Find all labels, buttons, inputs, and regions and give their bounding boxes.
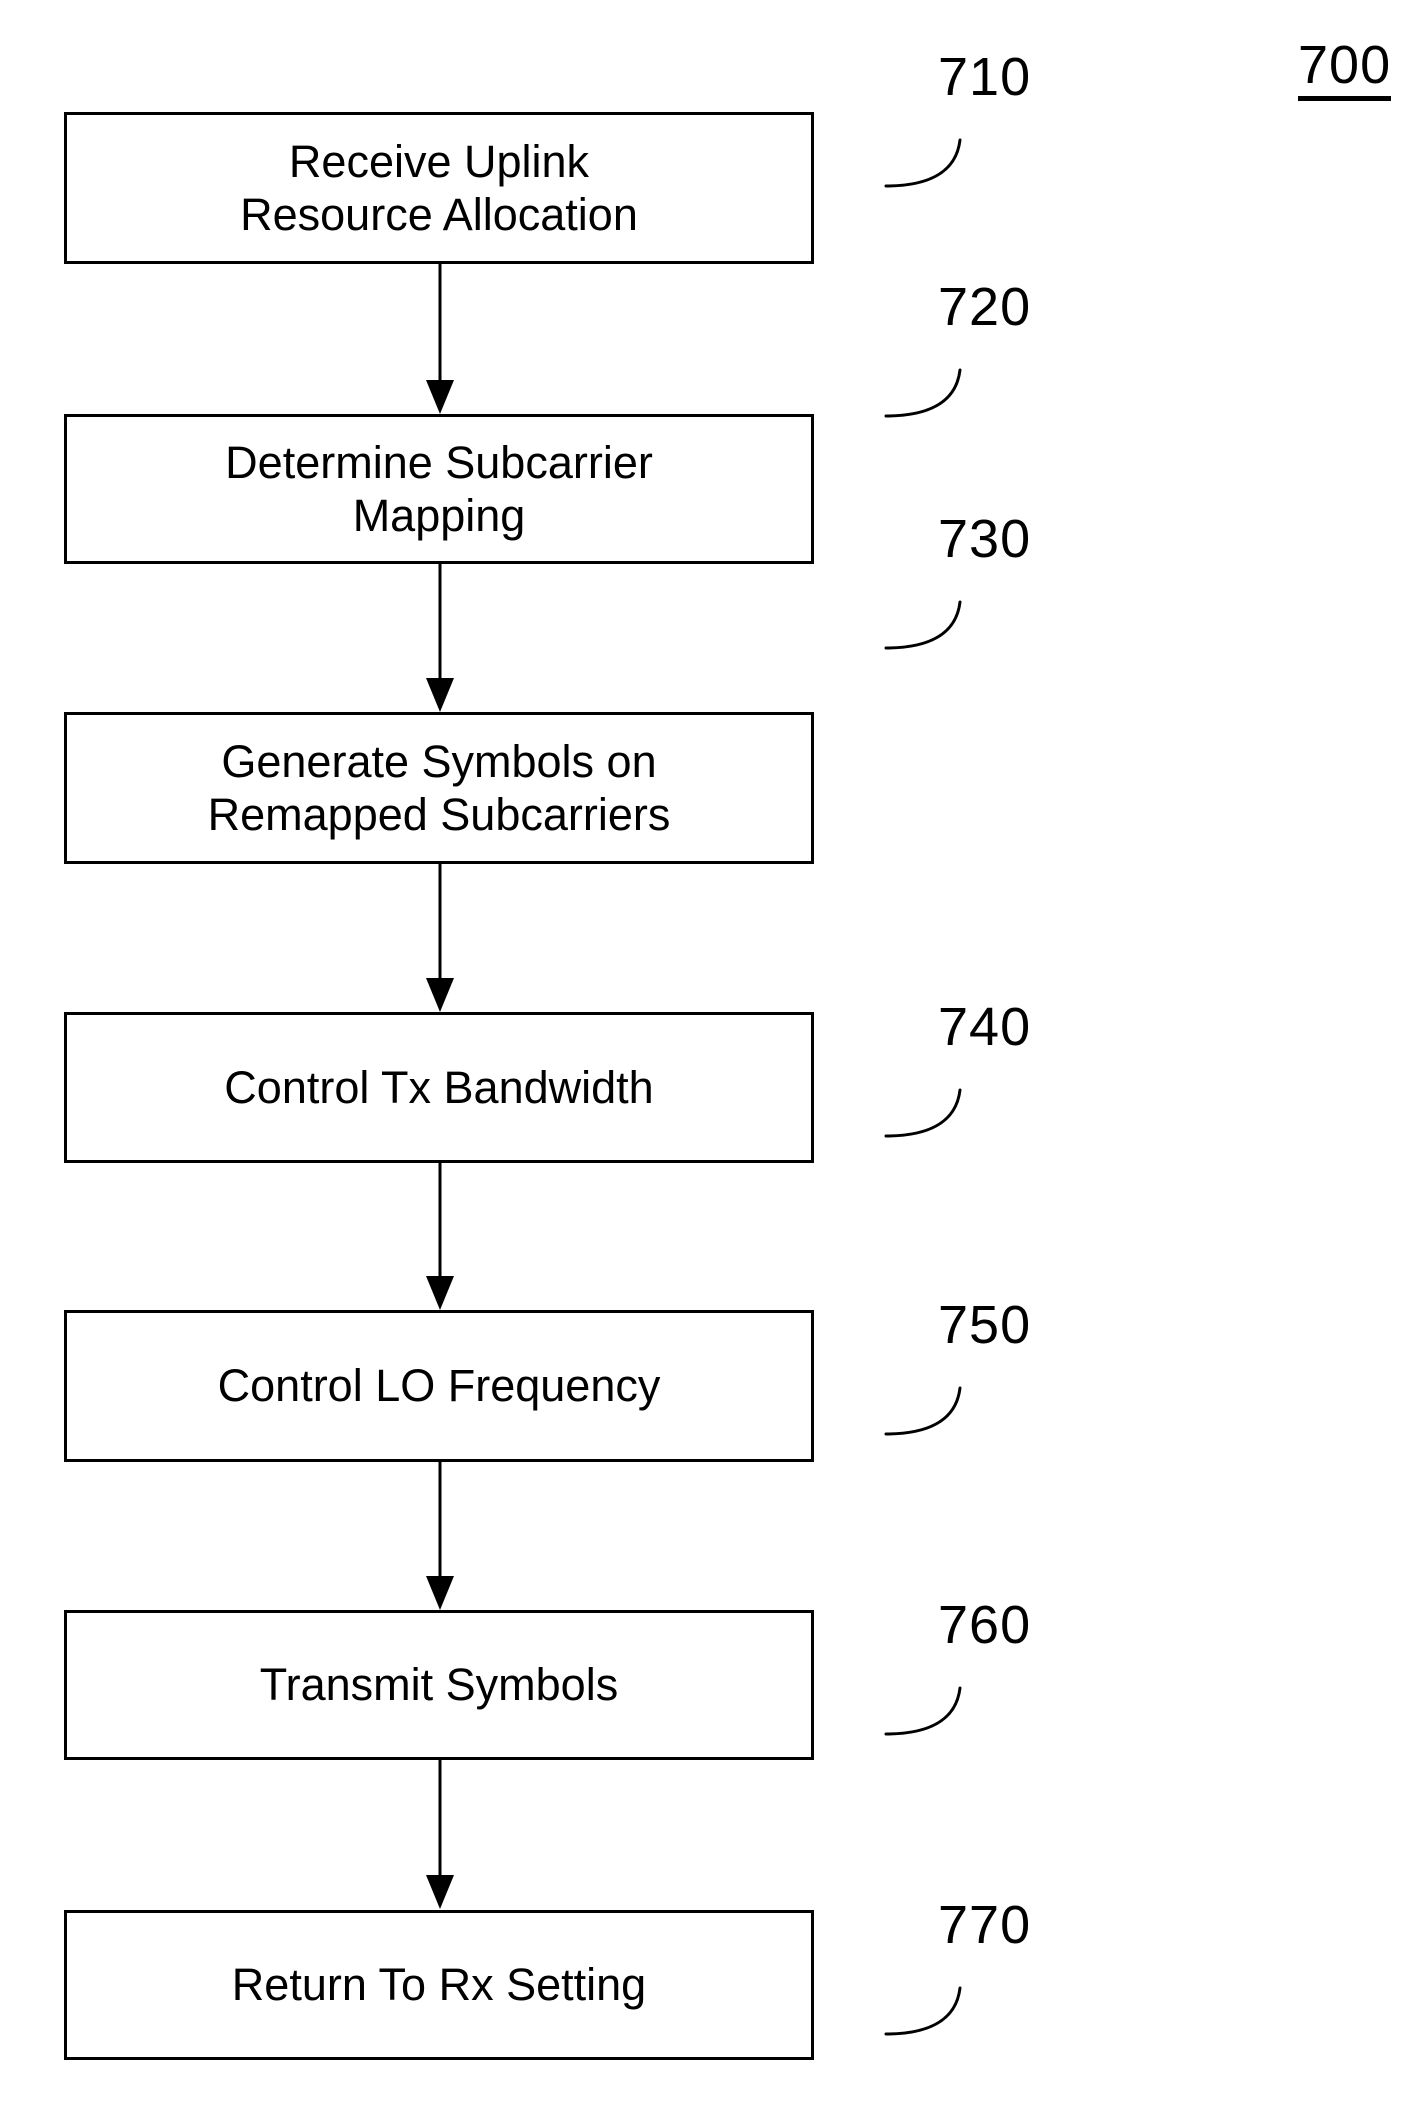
flow-node-730[interactable]: Generate Symbols on Remapped Subcarriers — [64, 712, 814, 864]
reference-number-740: 740 — [938, 997, 1032, 1057]
leader-line-760-icon — [880, 1648, 1040, 1738]
flow-node-760-label: Transmit Symbols — [259, 1659, 619, 1711]
connector-720-to-730 — [410, 563, 470, 713]
flow-node-750-label: Control LO Frequency — [217, 1360, 661, 1412]
flow-node-720-label: Determine Subcarrier Mapping — [225, 436, 653, 541]
flow-node-720[interactable]: Determine Subcarrier Mapping — [64, 414, 814, 564]
leader-line-710-icon — [880, 100, 1040, 190]
reference-number-710: 710 — [938, 47, 1032, 107]
flow-node-710[interactable]: Receive Uplink Resource Allocation — [64, 112, 814, 264]
leader-line-740-icon — [880, 1050, 1040, 1140]
leader-line-770-icon — [880, 1948, 1040, 2038]
reference-number-750: 750 — [938, 1295, 1032, 1355]
figure-canvas: 700 Receive Uplink Resource Allocation 7… — [0, 0, 1410, 2113]
flow-node-740[interactable]: Control Tx Bandwidth — [64, 1012, 814, 1163]
reference-number-770: 770 — [938, 1895, 1032, 1955]
figure-number: 700 — [1298, 38, 1392, 101]
reference-number-720: 720 — [938, 277, 1032, 337]
reference-number-760: 760 — [938, 1595, 1032, 1655]
flow-node-710-label: Receive Uplink Resource Allocation — [240, 135, 638, 240]
leader-line-750-icon — [880, 1348, 1040, 1438]
connector-730-to-740 — [410, 863, 470, 1013]
reference-callout-720: 720 — [880, 280, 1100, 430]
reference-callout-730: 730 — [880, 512, 1100, 662]
flow-node-770-label: Return To Rx Setting — [231, 1959, 647, 2011]
reference-number-730: 730 — [938, 509, 1032, 569]
flow-node-740-label: Control Tx Bandwidth — [224, 1061, 654, 1113]
reference-callout-710: 710 — [880, 50, 1100, 200]
flow-node-770[interactable]: Return To Rx Setting — [64, 1910, 814, 2060]
leader-line-720-icon — [880, 330, 1040, 420]
connector-760-to-770 — [410, 1760, 470, 1910]
connector-710-to-720 — [410, 263, 470, 415]
reference-callout-740: 740 — [880, 1000, 1100, 1150]
reference-callout-750: 750 — [880, 1298, 1100, 1448]
flow-node-730-label: Generate Symbols on Remapped Subcarriers — [207, 735, 671, 840]
connector-750-to-760 — [410, 1462, 470, 1611]
flow-node-750[interactable]: Control LO Frequency — [64, 1310, 814, 1462]
reference-callout-760: 760 — [880, 1598, 1100, 1748]
leader-line-730-icon — [880, 562, 1040, 652]
connector-740-to-750 — [410, 1163, 470, 1311]
flow-node-760[interactable]: Transmit Symbols — [64, 1610, 814, 1760]
reference-callout-770: 770 — [880, 1898, 1100, 2048]
